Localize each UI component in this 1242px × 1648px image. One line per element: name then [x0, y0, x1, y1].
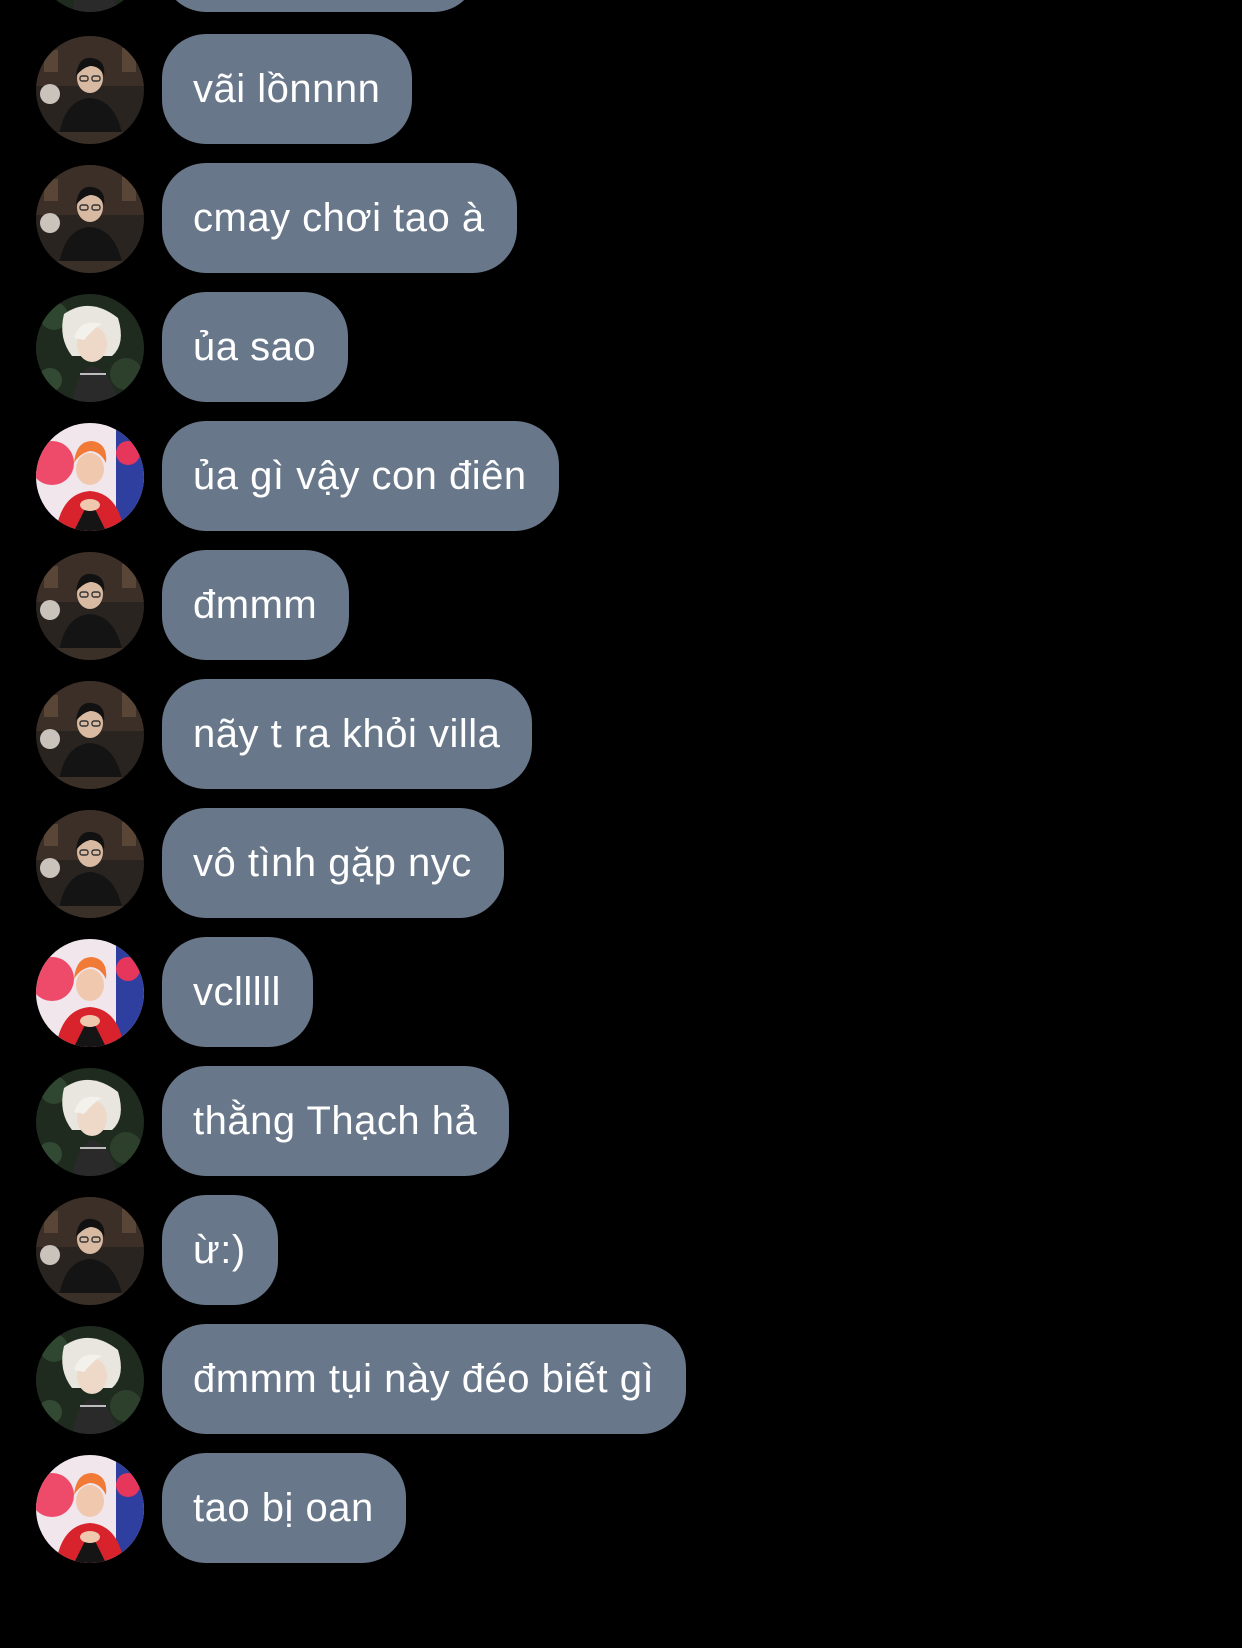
avatar[interactable] — [36, 939, 144, 1047]
message-row: đmmm — [0, 550, 1242, 660]
avatar[interactable] — [36, 810, 144, 918]
message-row: vãi lồnnnn — [0, 34, 1242, 144]
message-row: ừ:) — [0, 1195, 1242, 1305]
message-row: cmay chơi tao à — [0, 163, 1242, 273]
avatar[interactable] — [36, 294, 144, 402]
message-bubble[interactable] — [162, 0, 478, 12]
avatar[interactable] — [36, 1455, 144, 1563]
message-bubble[interactable]: vãi lồnnnn — [162, 34, 413, 144]
message-row: đmmm tụi này đéo biết gì — [0, 1324, 1242, 1434]
message-row: ủa gì vậy con điên — [0, 421, 1242, 531]
message-row: ủa sao — [0, 292, 1242, 402]
message-row: vclllll — [0, 937, 1242, 1047]
message-bubble[interactable]: vô tình gặp nyc — [162, 808, 504, 918]
message-bubble[interactable]: cmay chơi tao à — [162, 163, 517, 273]
message-bubble[interactable]: ủa gì vậy con điên — [162, 421, 559, 531]
message-row: nãy t ra khỏi villa — [0, 679, 1242, 789]
message-row: thằng Thạch hả — [0, 1066, 1242, 1176]
message-bubble[interactable]: nãy t ra khỏi villa — [162, 679, 533, 789]
avatar[interactable] — [36, 1326, 144, 1434]
avatar[interactable] — [36, 423, 144, 531]
message-bubble[interactable]: tao bị oan — [162, 1453, 406, 1563]
message-bubble[interactable]: vclllll — [162, 937, 313, 1047]
avatar[interactable] — [36, 681, 144, 789]
avatar[interactable] — [36, 0, 144, 12]
chat-thread[interactable]: vãi lồnnnn cmay chơi tao à ủa sao ủa gì … — [0, 0, 1242, 1648]
message-bubble[interactable]: đmmm — [162, 550, 350, 660]
avatar[interactable] — [36, 165, 144, 273]
avatar[interactable] — [36, 552, 144, 660]
message-bubble[interactable]: ừ:) — [162, 1195, 278, 1305]
message-bubble[interactable]: đmmm tụi này đéo biết gì — [162, 1324, 687, 1434]
message-row: tao bị oan — [0, 1453, 1242, 1563]
avatar[interactable] — [36, 36, 144, 144]
message-row: vô tình gặp nyc — [0, 808, 1242, 918]
message-bubble[interactable]: ủa sao — [162, 292, 349, 402]
avatar[interactable] — [36, 1197, 144, 1305]
avatar[interactable] — [36, 1068, 144, 1176]
message-bubble[interactable]: thằng Thạch hả — [162, 1066, 510, 1176]
